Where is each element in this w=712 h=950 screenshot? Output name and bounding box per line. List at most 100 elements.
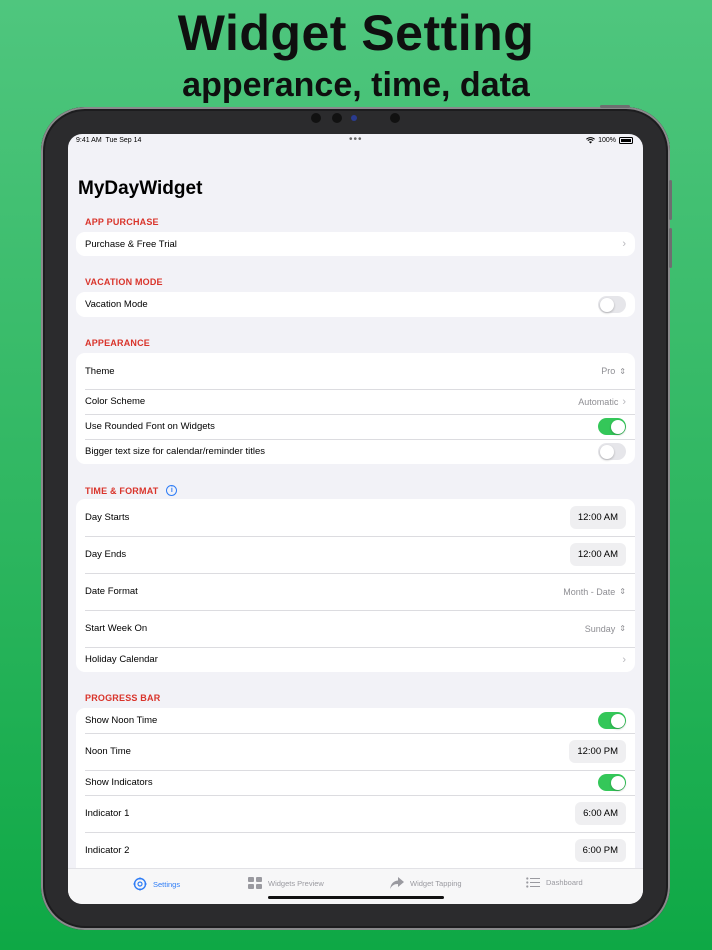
start-week-picker[interactable]: Sunday ⇕ [585,624,626,634]
volume-button-2 [669,228,672,268]
row-label: Day Ends [85,549,127,560]
tab-widget-tapping[interactable]: Widget Tapping [390,877,462,889]
row-label: Holiday Calendar [85,654,158,665]
show-noon-toggle[interactable] [598,712,626,729]
row-label: Date Format [85,586,138,597]
color-scheme-value-group: Automatic › [578,396,626,408]
row-bigger-text: Bigger text size for calendar/reminder t… [76,439,635,464]
row-label: Use Rounded Font on Widgets [85,421,215,432]
day-ends-time-picker[interactable]: 12:00 AM [569,543,626,566]
chevron-up-down-icon: ⇕ [619,587,626,596]
toggle-knob [610,775,625,790]
row-indicator-1: Indicator 1 6:00 AM [76,795,635,832]
row-label: Show Indicators [85,777,153,788]
chevron-right-icon: › [622,653,626,666]
sensor-dot [311,113,321,123]
indicator-1-time-picker[interactable]: 6:00 AM [575,802,626,825]
row-label: Color Scheme [85,396,146,407]
tab-label: Settings [153,879,181,889]
sensor-dot [390,113,400,123]
row-indicator-2: Indicator 2 6:00 PM [76,832,635,869]
section-header-time-format: TIME & FORMAT i [85,485,178,496]
page-title: MyDayWidget [78,178,203,199]
row-label: Bigger text size for calendar/reminder t… [85,446,266,457]
noon-time-picker[interactable]: 12:00 PM [569,740,626,763]
toggle-knob [599,444,614,459]
row-date-format[interactable]: Date Format Month - Date ⇕ [76,573,635,610]
tab-widgets-preview[interactable]: Widgets Preview [248,877,324,889]
tab-dashboard[interactable]: Dashboard [526,877,583,888]
info-icon[interactable]: i [166,485,178,496]
row-label: Noon Time [85,746,131,757]
section-header-vacation-mode: VACATION MODE [85,277,163,287]
theme-picker[interactable]: Pro ⇕ [601,366,626,376]
tab-label: Widget Tapping [410,878,462,888]
toggle-knob [599,297,614,312]
row-color-scheme[interactable]: Color Scheme Automatic › [76,389,635,414]
chevron-right-icon: › [622,395,626,408]
row-day-starts: Day Starts 12:00 AM [76,499,635,536]
row-purchase-free-trial[interactable]: Purchase & Free Trial › [76,232,635,256]
row-label: Indicator 2 [85,845,130,856]
multitask-dots[interactable]: ••• [349,134,363,145]
row-holiday-calendar[interactable]: Holiday Calendar › [76,647,635,672]
chevron-up-down-icon: ⇕ [619,624,626,633]
section-header-progress-bar: PROGRESS BAR [85,693,160,703]
status-time: 9:41 AM Tue Sep 14 [76,137,141,144]
top-button [600,105,630,108]
home-indicator [268,896,444,899]
chevron-right-icon: › [622,238,626,250]
row-label: Theme [85,365,115,377]
headline-subtitle: apperance, time, data [182,66,530,104]
toggle-knob [610,713,625,728]
status-bar: 9:41 AM Tue Sep 14 ••• 100% [68,134,643,148]
row-show-noon-time: Show Noon Time [76,708,635,733]
row-label: Start Week On [85,623,148,634]
row-label: Purchase & Free Trial [85,238,177,250]
status-right: 100% [586,137,633,144]
row-start-week-on[interactable]: Start Week On Sunday ⇕ [76,610,635,647]
group-vacation-mode: Vacation Mode [76,292,635,317]
group-time-format: Day Starts 12:00 AM Day Ends 12:00 AM Da… [76,499,635,672]
group-app-purchase: Purchase & Free Trial › [76,232,635,256]
section-header-text: APPEARANCE [85,338,151,348]
status-time-text: 9:41 AM [76,137,102,144]
section-header-text: APP PURCHASE [85,217,159,227]
color-scheme-value: Automatic [578,396,619,407]
tab-label: Widgets Preview [268,878,324,888]
volume-button [669,180,672,220]
gear-icon [133,877,147,891]
row-label: Indicator 1 [85,808,130,819]
headline-title: Widget Setting [177,5,535,61]
tab-settings[interactable]: Settings [133,877,180,891]
row-theme[interactable]: Theme Pro ⇕ [76,353,635,389]
day-starts-time-picker[interactable]: 12:00 AM [569,506,626,529]
indicator-2-time-picker[interactable]: 6:00 PM [574,839,626,862]
vacation-mode-toggle[interactable] [598,296,626,313]
toggle-knob [610,419,625,434]
tab-label: Dashboard [546,878,583,887]
battery-icon [619,137,633,144]
sensor-dot [332,113,342,123]
list-icon [526,877,540,888]
row-noon-time: Noon Time 12:00 PM [76,733,635,770]
date-format-picker[interactable]: Month - Date ⇕ [563,587,626,597]
row-rounded-font: Use Rounded Font on Widgets [76,414,635,439]
group-appearance: Theme Pro ⇕ Color Scheme Automatic › Use… [76,353,635,464]
show-indicators-toggle[interactable] [598,774,626,791]
app-screen: 9:41 AM Tue Sep 14 ••• 100% MyDayWidget … [68,134,643,904]
row-show-indicators: Show Indicators [76,770,635,795]
row-label: Vacation Mode [85,299,148,310]
bigger-text-toggle[interactable] [598,443,626,460]
share-arrow-icon [390,877,404,889]
status-date-text: Tue Sep 14 [105,137,142,144]
rounded-font-toggle[interactable] [598,418,626,435]
section-header-text: VACATION MODE [85,277,163,287]
row-label: Show Noon Time [85,715,158,726]
group-progress-bar: Show Noon Time Noon Time 12:00 PM Show I… [76,708,635,869]
chevron-up-down-icon: ⇕ [619,366,626,376]
theme-value: Pro [601,366,616,376]
row-vacation-mode: Vacation Mode [76,292,635,317]
start-week-value: Sunday [584,623,616,634]
date-format-value: Month - Date [563,586,616,597]
